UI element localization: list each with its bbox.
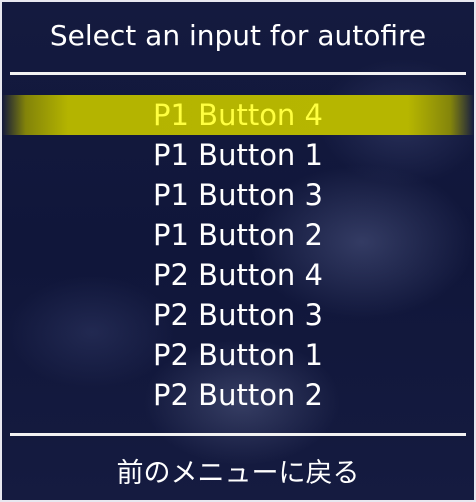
menu-item-p2-button-1[interactable]: P2 Button 1 xyxy=(2,335,474,375)
menu-item-p1-button-1[interactable]: P1 Button 1 xyxy=(2,135,474,175)
bottom-divider xyxy=(10,433,466,436)
menu-item-p1-button-2[interactable]: P1 Button 2 xyxy=(2,215,474,255)
menu-item-p1-button-4[interactable]: P1 Button 4 xyxy=(2,95,474,135)
menu-title: Select an input for autofire xyxy=(49,19,427,52)
input-list: P1 Button 4 P1 Button 1 P1 Button 3 P1 B… xyxy=(2,95,474,415)
top-divider xyxy=(10,72,466,75)
menu-item-p2-button-3[interactable]: P2 Button 3 xyxy=(2,295,474,335)
back-to-previous-menu-item[interactable]: 前のメニューに戻る xyxy=(2,454,474,494)
menu-item-p2-button-2[interactable]: P2 Button 2 xyxy=(2,375,474,415)
menu-item-p1-button-3[interactable]: P1 Button 3 xyxy=(2,175,474,215)
menu-item-p2-button-4[interactable]: P2 Button 4 xyxy=(2,255,474,295)
autofire-input-menu: Select an input for autofire P1 Button 4… xyxy=(0,0,476,502)
